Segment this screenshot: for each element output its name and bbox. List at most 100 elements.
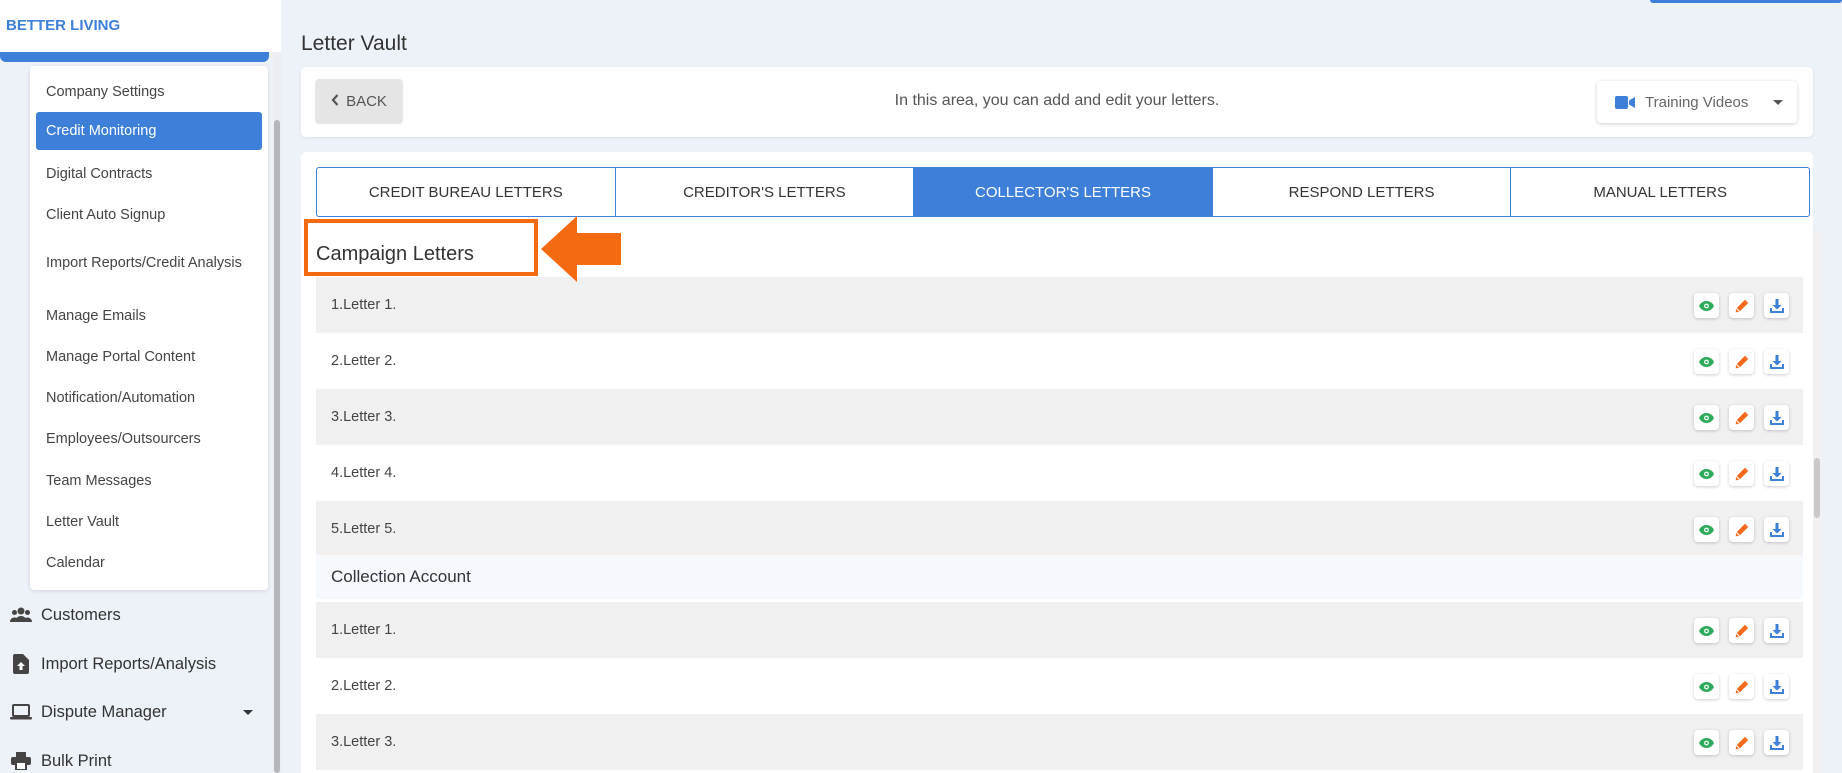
letter-name: 3.Letter 3. xyxy=(331,734,397,750)
download-button[interactable] xyxy=(1764,461,1789,486)
pencil-icon xyxy=(1735,523,1748,536)
view-button[interactable] xyxy=(1694,293,1719,318)
letter-actions xyxy=(1694,349,1789,374)
submenu-item-client-auto-signup[interactable]: Client Auto Signup xyxy=(36,201,262,229)
download-icon xyxy=(1769,298,1784,313)
submenu-item-letter-vault[interactable]: Letter Vault xyxy=(36,508,262,536)
submenu-item-label: Client Auto Signup xyxy=(46,207,166,223)
submenu-item-employees-outsourcers[interactable]: Employees/Outsourcers xyxy=(36,425,262,453)
submenu-item-manage-emails[interactable]: Manage Emails xyxy=(36,302,262,330)
tab-credit-bureau-letters[interactable]: CREDIT BUREAU LETTERS xyxy=(317,168,616,216)
page-title: Letter Vault xyxy=(301,32,407,55)
letter-row: 4.Letter 4. xyxy=(316,445,1803,501)
eye-icon xyxy=(1699,681,1714,692)
nav-item-dispute-manager[interactable]: Dispute Manager xyxy=(10,697,167,727)
download-icon xyxy=(1769,522,1784,537)
download-icon xyxy=(1769,410,1784,425)
download-button[interactable] xyxy=(1764,674,1789,699)
view-button[interactable] xyxy=(1694,517,1719,542)
submenu-item-digital-contracts[interactable]: Digital Contracts xyxy=(36,160,262,188)
nav-item-import-reports-analysis[interactable]: Import Reports/Analysis xyxy=(10,649,216,679)
submenu-item-label: Import Reports/Credit Analysis xyxy=(46,255,242,271)
edit-button[interactable] xyxy=(1729,674,1754,699)
laptop-icon xyxy=(10,701,32,723)
pencil-icon xyxy=(1735,736,1748,749)
download-icon xyxy=(1769,354,1784,369)
nav-item-customers[interactable]: Customers xyxy=(10,600,121,630)
letter-row: 2.Letter 2. xyxy=(316,658,1803,714)
download-button[interactable] xyxy=(1764,618,1789,643)
printer-icon xyxy=(10,750,32,772)
letter-row: 3.Letter 3. xyxy=(316,714,1803,770)
download-button[interactable] xyxy=(1764,730,1789,755)
submenu-item-label: Letter Vault xyxy=(46,514,120,530)
submenu-item-label: Notification/Automation xyxy=(46,390,196,406)
video-camera-icon xyxy=(1615,95,1635,109)
letter-name: 2.Letter 2. xyxy=(331,678,397,694)
pencil-icon xyxy=(1735,411,1748,424)
brand-active-bar xyxy=(0,52,269,62)
pencil-icon xyxy=(1735,299,1748,312)
letter-name: 3.Letter 3. xyxy=(331,409,397,425)
submenu-item-team-messages[interactable]: Team Messages xyxy=(36,467,262,495)
letter-row: 1.Letter 1. xyxy=(316,277,1803,333)
eye-icon xyxy=(1699,412,1714,423)
letter-row: 3.Letter 3. xyxy=(316,389,1803,445)
pencil-icon xyxy=(1735,624,1748,637)
edit-button[interactable] xyxy=(1729,730,1754,755)
submenu-item-manage-portal-content[interactable]: Manage Portal Content xyxy=(36,343,262,371)
eye-icon xyxy=(1699,625,1714,636)
letter-row: 2.Letter 2. xyxy=(316,333,1803,389)
letter-actions xyxy=(1694,405,1789,430)
edit-button[interactable] xyxy=(1729,517,1754,542)
tab-creditors-letters[interactable]: CREDITOR'S LETTERS xyxy=(616,168,915,216)
training-videos-dropdown[interactable]: Training Videos xyxy=(1597,81,1797,123)
nav-item-bulk-print[interactable]: Bulk Print xyxy=(10,746,112,773)
brand-name[interactable]: BETTER LIVING xyxy=(6,17,120,34)
nav-item-label: Import Reports/Analysis xyxy=(41,654,217,673)
download-icon xyxy=(1769,466,1784,481)
view-button[interactable] xyxy=(1694,730,1719,755)
submenu-item-notification-automation[interactable]: Notification/Automation xyxy=(36,384,262,412)
submenu-item-label: Digital Contracts xyxy=(46,166,153,182)
settings-submenu: Company Settings Credit Monitoring Digit… xyxy=(30,66,268,590)
download-button[interactable] xyxy=(1764,293,1789,318)
content-scrollbar-thumb[interactable] xyxy=(1814,458,1820,518)
letter-name: 5.Letter 5. xyxy=(331,521,397,537)
download-button[interactable] xyxy=(1764,405,1789,430)
download-button[interactable] xyxy=(1764,517,1789,542)
download-button[interactable] xyxy=(1764,349,1789,374)
letter-actions xyxy=(1694,618,1789,643)
tab-respond-letters[interactable]: RESPOND LETTERS xyxy=(1213,168,1512,216)
view-button[interactable] xyxy=(1694,461,1719,486)
edit-button[interactable] xyxy=(1729,405,1754,430)
letter-name: 2.Letter 2. xyxy=(331,353,397,369)
edit-button[interactable] xyxy=(1729,293,1754,318)
view-button[interactable] xyxy=(1694,349,1719,374)
submenu-item-calendar[interactable]: Calendar xyxy=(36,549,262,577)
submenu-item-label: Calendar xyxy=(46,555,105,571)
submenu-item-credit-monitoring[interactable]: Credit Monitoring xyxy=(36,112,262,150)
sidebar-scrollbar-thumb[interactable] xyxy=(274,120,280,773)
chevron-left-icon xyxy=(331,93,339,110)
back-button[interactable]: BACK xyxy=(315,79,403,124)
edit-button[interactable] xyxy=(1729,349,1754,374)
tab-manual-letters[interactable]: MANUAL LETTERS xyxy=(1511,168,1809,216)
submenu-item-label: Manage Emails xyxy=(46,308,146,324)
chevron-down-icon[interactable] xyxy=(243,710,253,715)
nav-item-label: Bulk Print xyxy=(41,751,112,770)
letter-row: 5.Letter 5. xyxy=(316,501,1803,557)
back-button-label: BACK xyxy=(346,93,387,110)
submenu-item-company-settings[interactable]: Company Settings xyxy=(36,78,262,106)
users-icon xyxy=(10,604,32,626)
training-videos-label: Training Videos xyxy=(1645,93,1749,111)
sidebar: BETTER LIVING Company Settings Credit Mo… xyxy=(0,0,281,773)
view-button[interactable] xyxy=(1694,618,1719,643)
edit-button[interactable] xyxy=(1729,618,1754,643)
view-button[interactable] xyxy=(1694,674,1719,699)
nav-item-label: Dispute Manager xyxy=(41,702,167,721)
view-button[interactable] xyxy=(1694,405,1719,430)
edit-button[interactable] xyxy=(1729,461,1754,486)
tab-collectors-letters[interactable]: COLLECTOR'S LETTERS xyxy=(914,168,1213,216)
submenu-item-import-reports-credit-analysis[interactable]: Import Reports/Credit Analysis xyxy=(36,242,262,284)
